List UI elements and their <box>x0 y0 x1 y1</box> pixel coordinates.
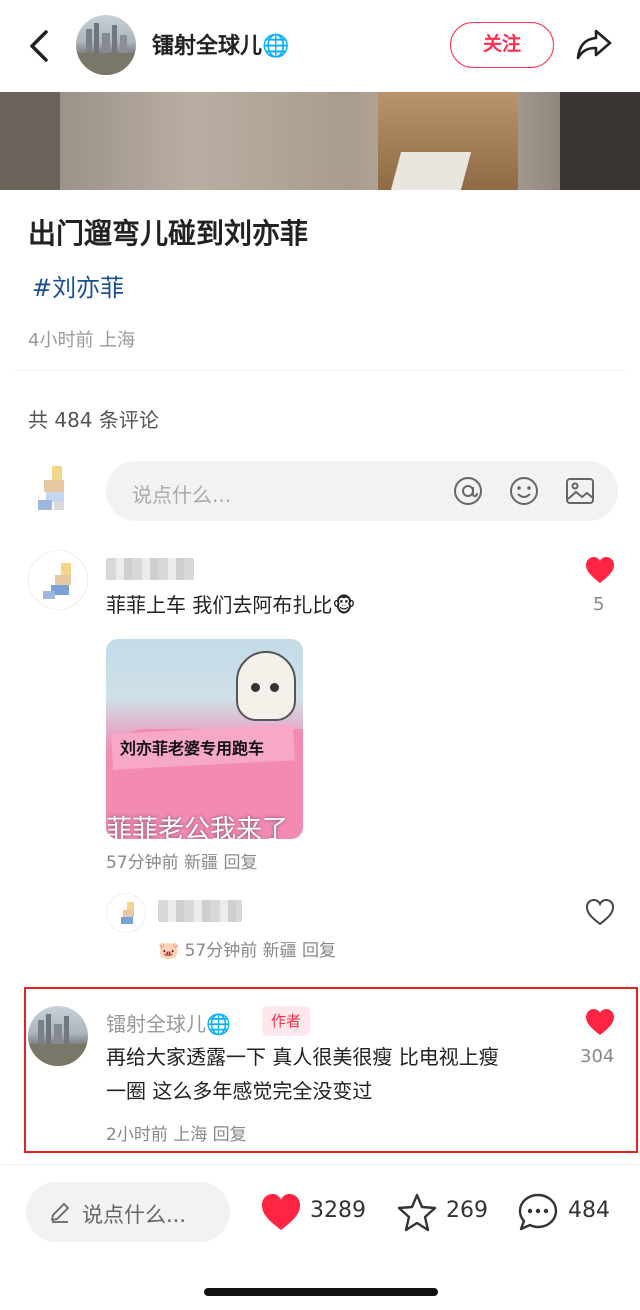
comment-text: 菲菲上车 我们去阿布扎比🐵 <box>106 593 356 617</box>
author-name[interactable]: 镭射全球儿🌐 <box>152 28 289 60</box>
comment-total: 484 <box>568 1198 610 1223</box>
comment-image[interactable]: 刘亦菲老婆专用跑车 菲菲老公我来了 <box>106 639 303 839</box>
comment-image-label: 刘亦菲老婆专用跑车 <box>120 739 265 758</box>
post-image[interactable] <box>0 92 640 190</box>
post-meta: 4小时前 上海 <box>28 330 136 351</box>
author-comment-name[interactable]: 镭射全球儿🌐 <box>106 1008 231 1037</box>
reply-name-blurred[interactable] <box>158 900 242 926</box>
top-nav: 镭射全球儿🌐 关注 <box>0 0 640 92</box>
author-comment-line1: 再给大家透露一下 真人很美很瘦 比电视上瘦 <box>106 1045 499 1069</box>
author-comment-line2: 一圈 这么多年感觉完全没变过 <box>106 1079 373 1103</box>
comment-image-caption: 菲菲老公我来了 <box>106 815 289 839</box>
home-indicator <box>204 1288 438 1296</box>
comment-meta[interactable]: 57分钟前 新疆 回复 <box>106 848 257 873</box>
author-comment-avatar[interactable] <box>28 1006 88 1066</box>
mention-icon[interactable] <box>452 475 484 507</box>
like-count: 5 <box>593 594 605 615</box>
commenter-name-blurred[interactable] <box>106 558 194 584</box>
like-count: 304 <box>580 1046 615 1067</box>
pencil-icon <box>51 1203 69 1223</box>
follow-button[interactable]: 关注 <box>450 22 554 68</box>
heart-outline-icon[interactable] <box>585 898 615 926</box>
bottom-comment-input[interactable]: 说点什么... <box>26 1182 230 1242</box>
heart-filled-icon[interactable] <box>585 556 615 584</box>
back-arrow-icon[interactable] <box>22 24 58 68</box>
image-picker-icon[interactable] <box>564 475 596 507</box>
post-tag[interactable]: #刘亦菲 <box>32 268 124 303</box>
comment-input[interactable]: 说点什么... <box>106 461 618 521</box>
bottom-divider <box>0 1164 640 1165</box>
comment-bubble-icon[interactable] <box>516 1192 560 1232</box>
share-icon[interactable] <box>574 24 614 64</box>
reply-avatar[interactable] <box>106 893 146 933</box>
divider <box>14 370 626 371</box>
like-total: 3289 <box>310 1198 366 1223</box>
commenter-avatar[interactable] <box>28 550 88 610</box>
reply-meta[interactable]: 🐷 57分钟前 新疆 回复 <box>158 936 336 961</box>
bottom-input-placeholder: 说点什么... <box>82 1203 187 1227</box>
author-badge: 作者 <box>262 1006 311 1036</box>
like-button-heart-icon[interactable] <box>260 1192 302 1232</box>
collect-total: 269 <box>446 1198 488 1223</box>
heart-filled-icon[interactable] <box>585 1008 615 1036</box>
comment-input-placeholder: 说点什么... <box>132 483 232 507</box>
my-avatar <box>38 466 64 510</box>
author-comment-meta[interactable]: 2小时前 上海 回复 <box>106 1120 247 1145</box>
collect-star-icon[interactable] <box>396 1192 438 1232</box>
author-avatar[interactable] <box>76 15 136 75</box>
comment-count: 共 484 条评论 <box>28 408 159 432</box>
post-title: 出门遛弯儿碰到刘亦菲 <box>28 217 309 250</box>
emoji-icon[interactable] <box>508 475 540 507</box>
